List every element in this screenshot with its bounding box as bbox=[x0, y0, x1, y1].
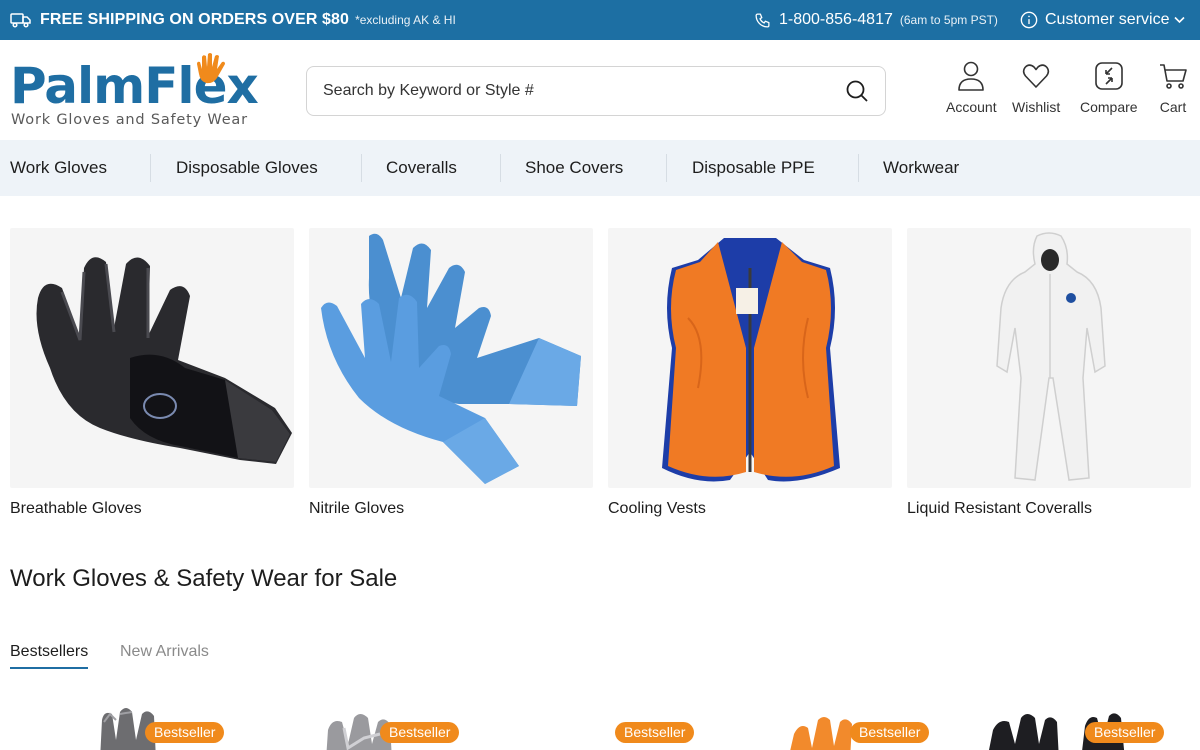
category-label[interactable]: Nitrile Gloves bbox=[309, 500, 593, 518]
cart-label[interactable]: Cart bbox=[1160, 99, 1186, 115]
phone-icon bbox=[755, 12, 770, 28]
user-icon bbox=[958, 61, 985, 91]
compare-button[interactable]: Compare bbox=[1080, 60, 1138, 115]
top-announcement-bar: FREE SHIPPING ON ORDERS OVER $80 *exclud… bbox=[0, 0, 1200, 40]
shipping-promo-text: FREE SHIPPING ON ORDERS OVER $80 bbox=[40, 11, 350, 28]
nav-divider bbox=[361, 154, 362, 182]
wishlist-label[interactable]: Wishlist bbox=[1012, 99, 1060, 115]
nitrile-gloves-image[interactable] bbox=[309, 228, 593, 488]
category-card-nitrile-gloves[interactable]: Nitrile Gloves bbox=[309, 228, 593, 518]
cart-button[interactable]: Cart bbox=[1158, 60, 1188, 115]
account-label[interactable]: Account bbox=[946, 99, 997, 115]
header-actions: Account Wishlist Compare Cart bbox=[0, 60, 1200, 130]
nav-divider bbox=[666, 154, 667, 182]
category-card-liquid-resistant-coveralls[interactable]: Liquid Resistant Coveralls bbox=[907, 228, 1191, 518]
category-label[interactable]: Cooling Vests bbox=[608, 500, 892, 518]
cart-icon bbox=[1160, 64, 1187, 89]
nav-item-shoe-covers[interactable]: Shoe Covers bbox=[525, 140, 623, 196]
chevron-down-icon bbox=[1174, 16, 1186, 24]
shipping-exclusion-note: *excluding AK & HI bbox=[355, 13, 456, 27]
heart-icon bbox=[1022, 64, 1050, 88]
nav-divider bbox=[858, 154, 859, 182]
section-title: Work Gloves & Safety Wear for Sale bbox=[10, 565, 398, 592]
truck-icon bbox=[10, 13, 31, 28]
bestseller-badge: Bestseller bbox=[615, 722, 695, 743]
tab-new-arrivals[interactable]: New Arrivals bbox=[120, 643, 209, 661]
active-tab-indicator bbox=[10, 667, 88, 669]
nav-item-work-gloves[interactable]: Work Gloves bbox=[10, 140, 107, 196]
breathable-glove-image[interactable] bbox=[10, 228, 294, 488]
account-button[interactable]: Account bbox=[946, 60, 997, 115]
phone-number[interactable]: 1-800-856-4817 bbox=[779, 11, 893, 29]
shipping-promo: FREE SHIPPING ON ORDERS OVER $80 *exclud… bbox=[10, 0, 456, 40]
cooling-vest-image[interactable] bbox=[608, 228, 892, 488]
bestseller-badge: Bestseller bbox=[380, 722, 460, 743]
nav-item-workwear[interactable]: Workwear bbox=[883, 140, 959, 196]
nav-item-disposable-gloves[interactable]: Disposable Gloves bbox=[176, 140, 318, 196]
bestseller-badge: Bestseller bbox=[1085, 722, 1165, 743]
category-label[interactable]: Liquid Resistant Coveralls bbox=[907, 500, 1191, 518]
tab-bestsellers[interactable]: Bestsellers bbox=[10, 643, 88, 661]
compare-label[interactable]: Compare bbox=[1080, 99, 1138, 115]
category-card-breathable-gloves[interactable]: Breathable Gloves bbox=[10, 228, 294, 518]
customer-service-label[interactable]: Customer service bbox=[1045, 11, 1169, 29]
bestseller-badge: Bestseller bbox=[850, 722, 930, 743]
nav-divider bbox=[150, 154, 151, 182]
wishlist-button[interactable]: Wishlist bbox=[1012, 60, 1060, 115]
nav-item-coveralls[interactable]: Coveralls bbox=[386, 140, 457, 196]
nav-item-disposable-ppe[interactable]: Disposable PPE bbox=[692, 140, 815, 196]
category-card-cooling-vests[interactable]: Cooling Vests bbox=[608, 228, 892, 518]
site-header: PalmFlex Work Gloves and Safety Wear Acc… bbox=[0, 40, 1200, 140]
coverall-image[interactable] bbox=[907, 228, 1191, 488]
nav-divider bbox=[500, 154, 501, 182]
phone-hours: (6am to 5pm PST) bbox=[899, 13, 998, 27]
category-label[interactable]: Breathable Gloves bbox=[10, 500, 294, 518]
phone-contact[interactable]: 1-800-856-4817 (6am to 5pm PST) bbox=[754, 0, 998, 40]
main-navigation: Work Gloves Disposable Gloves Coveralls … bbox=[0, 140, 1200, 196]
bestseller-badge: Bestseller bbox=[145, 722, 225, 743]
info-icon bbox=[1020, 11, 1038, 29]
compare-icon bbox=[1094, 62, 1123, 90]
customer-service-menu[interactable]: Customer service bbox=[1020, 0, 1186, 40]
